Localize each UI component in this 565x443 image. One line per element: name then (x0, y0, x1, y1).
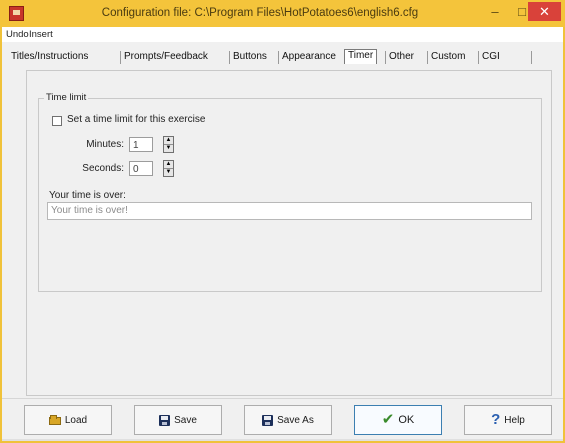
ok-button[interactable]: ✔ OK (354, 405, 442, 435)
tab-custom[interactable]: Custom (427, 51, 465, 64)
seconds-spinner[interactable]: ▲ ▼ (163, 160, 174, 177)
tab-timer[interactable]: Timer (344, 49, 378, 64)
menu-undo[interactable]: Undo (6, 29, 29, 40)
load-button-label: Load (64, 414, 88, 426)
group-label: Time limit (44, 92, 89, 103)
save-as-button-label: Save As (277, 414, 314, 426)
help-button-label: Help (504, 414, 525, 426)
tab-strip: Titles/Instructions Prompts/Feedback But… (2, 43, 563, 69)
close-button[interactable]: ✕ (528, 2, 561, 21)
tab-prompts-feedback[interactable]: Prompts/Feedback (120, 51, 208, 64)
tab-cgi[interactable]: CGI (478, 51, 500, 64)
timer-tab-page: Time limit Set a time limit for this exe… (26, 70, 552, 396)
minutes-input[interactable]: 1 (129, 137, 153, 152)
spin-down-icon[interactable]: ▼ (164, 169, 173, 176)
title-bar[interactable]: Configuration file: C:\Program Files\Hot… (0, 0, 565, 27)
disk-icon (262, 414, 274, 426)
disk-icon (159, 414, 171, 426)
seconds-label: Seconds: (82, 163, 124, 174)
seconds-input[interactable]: 0 (129, 161, 153, 176)
time-limit-checkbox-label[interactable]: Set a time limit for this exercise (67, 114, 205, 125)
bottom-separator (2, 398, 563, 399)
spin-down-icon[interactable]: ▼ (164, 145, 173, 152)
time-limit-group: Time limit Set a time limit for this exe… (38, 92, 542, 292)
time-limit-checkbox[interactable] (52, 116, 62, 126)
check-icon: ✔ (381, 411, 395, 428)
app-icon[interactable] (9, 6, 24, 21)
save-as-button[interactable]: Save As (244, 405, 332, 435)
tab-strip-end (531, 51, 532, 64)
tab-titles-instructions[interactable]: Titles/Instructions (8, 51, 88, 64)
time-over-label: Your time is over: (49, 190, 126, 201)
time-over-message-input[interactable]: Your time is over! (47, 202, 532, 220)
load-button[interactable]: Load (24, 405, 112, 435)
tab-other[interactable]: Other (385, 51, 414, 64)
minutes-spinner[interactable]: ▲ ▼ (163, 136, 174, 153)
spin-up-icon[interactable]: ▲ (164, 161, 173, 169)
ok-button-label: OK (398, 414, 415, 426)
window-title: Configuration file: C:\Program Files\Hot… (101, 7, 419, 19)
save-button-label: Save (174, 414, 197, 426)
help-button[interactable]: ? Help (464, 405, 552, 435)
tab-appearance[interactable]: Appearance (278, 51, 336, 64)
config-window: Configuration file: C:\Program Files\Hot… (0, 0, 565, 443)
save-button[interactable]: Save (134, 405, 222, 435)
minimize-button[interactable]: – (482, 3, 508, 23)
tab-buttons[interactable]: Buttons (229, 51, 267, 64)
question-icon: ? (491, 411, 501, 428)
bottom-border (2, 439, 563, 441)
folder-icon (48, 415, 61, 425)
spin-up-icon[interactable]: ▲ (164, 137, 173, 145)
menu-bar: Undo Insert (2, 27, 563, 42)
menu-insert[interactable]: Insert (29, 29, 53, 40)
client-area: Undo Insert Titles/Instructions Prompts/… (2, 27, 563, 441)
minutes-label: Minutes: (86, 139, 124, 150)
